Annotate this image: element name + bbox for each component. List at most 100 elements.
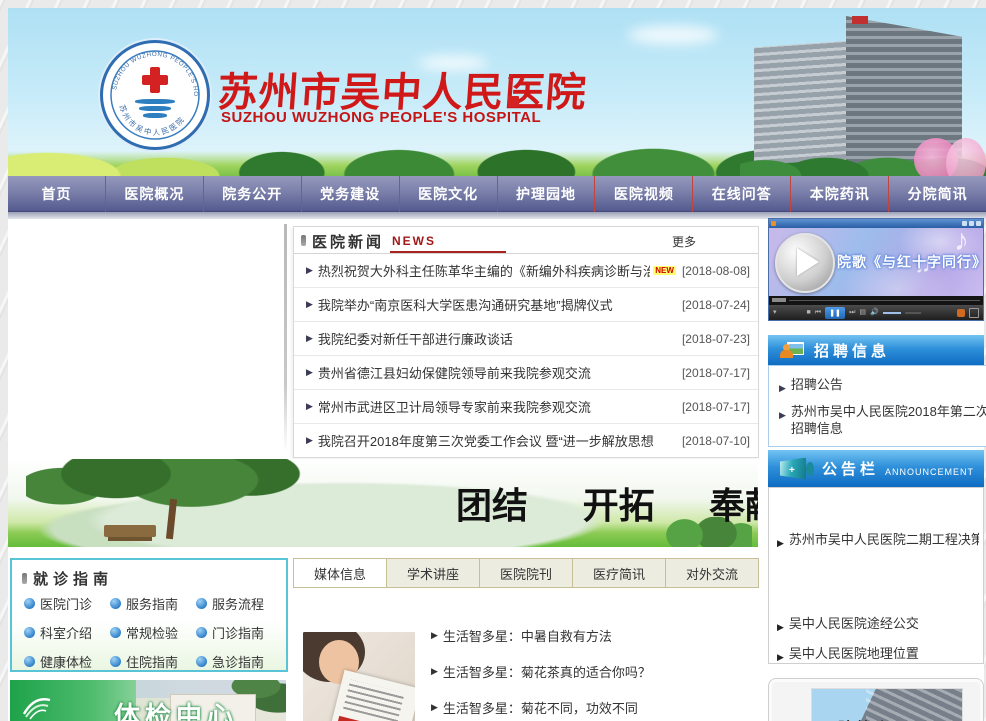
guide-link-departments[interactable]: 科室介绍 xyxy=(24,623,110,642)
nav-item-qa[interactable]: 在线问答 xyxy=(693,176,791,212)
arrow-icon: ▶ xyxy=(431,666,438,677)
news-more-link[interactable]: 更多 xyxy=(672,233,696,250)
arrow-icon: ▶ xyxy=(777,535,784,551)
intro-title: 医院简介 xyxy=(820,715,892,721)
tab-media-info[interactable]: 媒体信息 xyxy=(293,558,387,588)
announcement-link[interactable]: 苏州市吴中人民医院二期工程决策事 xyxy=(789,532,979,551)
play-button[interactable] xyxy=(775,233,835,293)
guide-links-grid: 医院门诊 服务指南 服务流程 科室介绍 常规检验 门诊指南 健康体检 住院指南 … xyxy=(24,594,282,671)
stop-button[interactable]: ■ xyxy=(807,309,811,316)
news-title: 医院新闻 xyxy=(312,231,384,252)
checkup-center-banner[interactable]: 体检中心 xyxy=(10,680,286,721)
player-seekbar[interactable] xyxy=(769,296,983,305)
volume-slider[interactable] xyxy=(883,312,901,314)
guide-link-routine-tests[interactable]: 常规检验 xyxy=(110,623,196,642)
tab-exchange[interactable]: 对外交流 xyxy=(666,558,759,588)
record-button[interactable] xyxy=(957,309,965,317)
player-titlebar xyxy=(769,219,983,228)
nav-item-culture[interactable]: 医院文化 xyxy=(400,176,498,212)
news-link[interactable]: 热烈祝贺大外科主任陈革华主编的《新编外科疾病诊断与治 xyxy=(318,261,650,280)
news-link[interactable]: 我院召开2018年度第三次党委工作会议 暨“进一步解放思想 xyxy=(318,431,654,450)
news-link[interactable]: 常州市武进区卫计局领导专家前来我院参观交流 xyxy=(318,397,591,416)
maximize-button[interactable] xyxy=(969,221,974,226)
news-link[interactable]: 我院举办“南京医科大学医患沟通研究基地”揭牌仪式 xyxy=(318,295,613,314)
previous-button[interactable]: ⏮ xyxy=(815,309,821,316)
guide-link-service-guide[interactable]: 服务指南 xyxy=(110,594,196,613)
news-date: [2018-07-10] xyxy=(676,434,750,448)
guide-link-service-flow[interactable]: 服务流程 xyxy=(196,594,282,613)
bullet-icon xyxy=(301,235,306,246)
hospital-news-panel: 医院新闻 NEWS 更多 ▶ 热烈祝贺大外科主任陈革华主编的《新编外科疾病诊断与… xyxy=(293,226,759,458)
guide-link-inpatient-guide[interactable]: 住院指南 xyxy=(110,652,196,671)
hospital-logo[interactable]: SUZHOU WUZHONG PEOPLE'S HOSPITAL 苏州市吴中人民… xyxy=(100,40,210,150)
announcement-link[interactable]: 吴中人民医院途经公交 xyxy=(789,616,919,635)
nav-item-pharmacy[interactable]: 本院药讯 xyxy=(791,176,889,212)
news-date: [2018-07-17] xyxy=(676,400,750,414)
guide-link-health-checkup[interactable]: 健康体检 xyxy=(24,652,110,671)
guide-link-outpatient-guide[interactable]: 门诊指南 xyxy=(196,623,282,642)
recruitment-panel: ▶ 招聘公告 ▶ 苏州市吴中人民医院2018年第二次招聘信息 xyxy=(768,365,986,447)
article-link[interactable]: 生活智多星：菊花不同，功效不同 xyxy=(443,698,638,717)
article-row: ▶ 生活智多星：菊花不同，功效不同 xyxy=(431,698,638,717)
main-navigation: 首页 医院概况 院务公开 党务建设 医院文化 护理园地 医院视频 在线问答 本院… xyxy=(8,176,986,212)
options-button[interactable]: ▾ xyxy=(773,309,777,316)
news-date: [2018-07-23] xyxy=(676,332,750,346)
balance-slider[interactable] xyxy=(905,312,921,314)
megaphone-tail xyxy=(806,462,814,476)
wave-icon xyxy=(135,99,175,104)
building-sign xyxy=(852,16,868,24)
arrow-icon: ▶ xyxy=(777,619,784,635)
header-banner: SUZHOU WUZHONG PEOPLE'S HOSPITAL 苏州市吴中人民… xyxy=(8,8,986,176)
tab-bar: 媒体信息 学术讲座 医院院刊 医疗简讯 对外交流 xyxy=(293,558,759,588)
blue-dot-icon xyxy=(110,598,121,609)
nav-item-branch[interactable]: 分院简讯 xyxy=(889,176,986,212)
news-row: ▶ 热烈祝贺大外科主任陈革华主编的《新编外科疾病诊断与治 NEW [2018-0… xyxy=(294,254,758,288)
news-link[interactable]: 我院纪委对新任干部进行廉政谈话 xyxy=(318,329,513,348)
volume-icon: 🔊 xyxy=(870,309,879,316)
nav-item-affairs[interactable]: 院务公开 xyxy=(204,176,302,212)
article-link[interactable]: 生活智多星：中暑自救有方法 xyxy=(443,626,612,645)
guide-link-outpatient[interactable]: 医院门诊 xyxy=(24,594,110,613)
news-row: ▶ 常州市武进区卫计局领导专家前来我院参观交流 [2018-07-17] xyxy=(294,390,758,424)
pause-button[interactable]: ❚❚ xyxy=(825,307,845,319)
article-link[interactable]: 生活智多星：菊花茶真的适合你吗？ xyxy=(443,662,651,681)
nav-item-nursing[interactable]: 护理园地 xyxy=(498,176,596,212)
blue-dot-icon xyxy=(196,656,207,667)
playlist-button[interactable]: ▤ xyxy=(859,309,866,316)
news-link[interactable]: 贵州省德江县妇幼保健院领导前来我院参观交流 xyxy=(318,363,591,382)
announcement-subtitle: ANNOUNCEMENT xyxy=(885,467,974,477)
hospital-intro-panel[interactable]: 医院简介 xyxy=(768,678,984,721)
announcement-item: ▶ 苏州市吴中人民医院二期工程决策事 xyxy=(777,532,979,551)
article-row: ▶ 生活智多星：中暑自救有方法 xyxy=(431,626,612,645)
arrow-icon: ▶ xyxy=(777,649,784,665)
recruitment-link[interactable]: 苏州市吴中人民医院2018年第二次招聘信息 xyxy=(791,403,986,437)
nav-item-video[interactable]: 医院视频 xyxy=(595,176,693,212)
nav-item-party[interactable]: 党务建设 xyxy=(302,176,400,212)
announcement-header: + 公告栏 ANNOUNCEMENT xyxy=(768,450,984,487)
fullscreen-button[interactable] xyxy=(969,308,979,318)
recruitment-link[interactable]: 招聘公告 xyxy=(791,376,843,397)
nav-item-home[interactable]: 首页 xyxy=(8,176,106,212)
announcement-title: 公告栏 xyxy=(822,458,879,479)
player-screen: ♪ ♫ 院歌《与红十字同行》 xyxy=(769,228,983,296)
close-button[interactable] xyxy=(976,221,981,226)
recruitment-icon xyxy=(780,341,804,359)
calligraphy-seal xyxy=(508,96,519,107)
flash-slideshow-placeholder xyxy=(8,222,284,455)
announcement-link[interactable]: 吴中人民医院地理位置 xyxy=(789,646,919,665)
tab-briefs[interactable]: 医疗简讯 xyxy=(573,558,666,588)
tab-journal[interactable]: 医院院刊 xyxy=(480,558,573,588)
guide-link-emergency-guide[interactable]: 急诊指南 xyxy=(196,652,282,671)
announcement-item: ▶ 吴中人民医院地理位置 xyxy=(777,646,979,665)
visit-guide-panel: 就诊指南 医院门诊 服务指南 服务流程 科室介绍 常规检验 门诊指南 健康体检 … xyxy=(10,558,288,672)
minimize-button[interactable] xyxy=(962,221,967,226)
pink-flower-decoration xyxy=(946,138,986,176)
nav-item-overview[interactable]: 医院概况 xyxy=(106,176,204,212)
wave-icon xyxy=(139,106,171,111)
intro-photo: 医院简介 xyxy=(811,688,963,721)
recruitment-header: 招聘信息 xyxy=(768,335,984,365)
tab-lectures[interactable]: 学术讲座 xyxy=(387,558,480,588)
next-button[interactable]: ⏭ xyxy=(849,309,855,316)
blue-dot-icon xyxy=(196,627,207,638)
announcement-panel: ▶ 苏州市吴中人民医院二期工程决策事 ▶ 吴中人民医院途经公交 ▶ 吴中人民医院… xyxy=(768,487,984,664)
